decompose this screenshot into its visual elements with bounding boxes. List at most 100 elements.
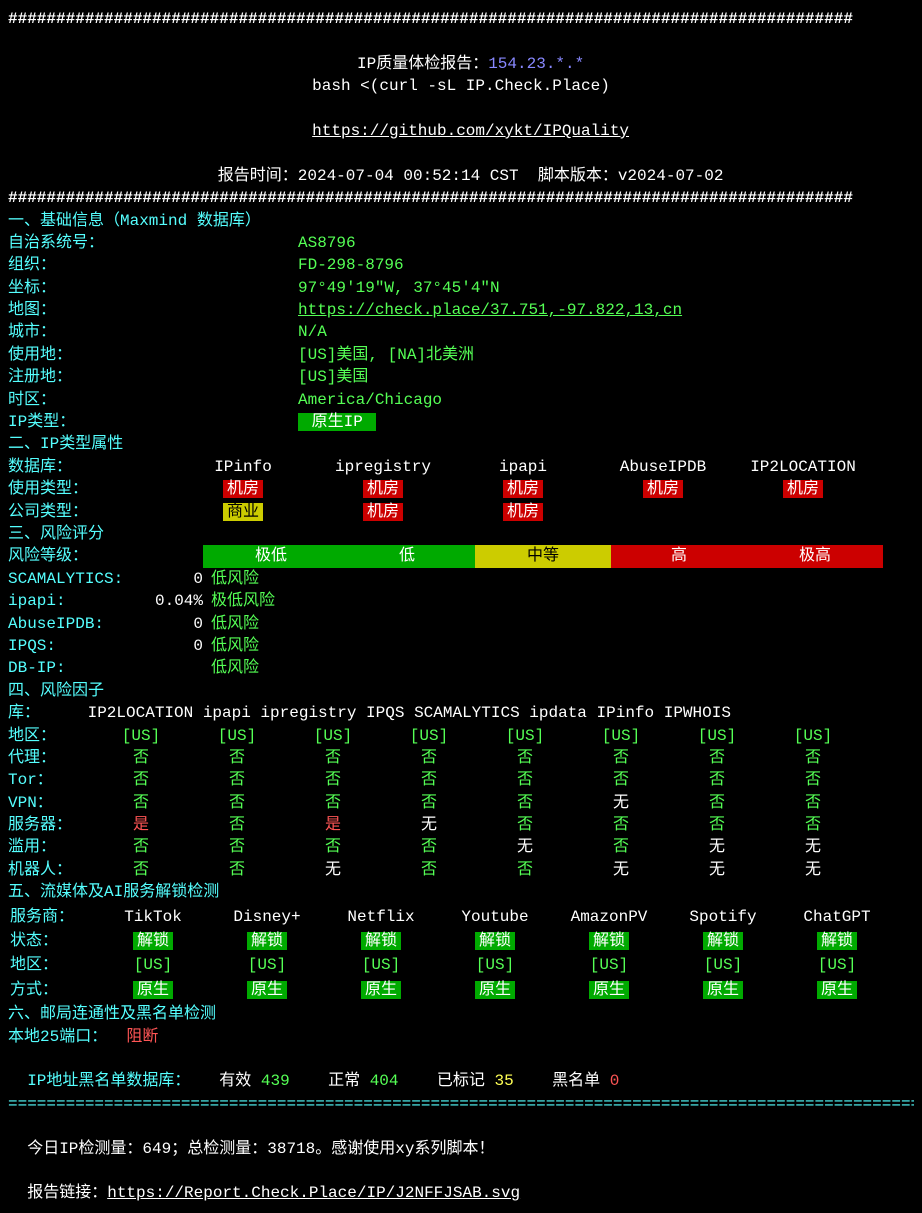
method-tag: 原生 bbox=[589, 981, 629, 999]
factor-cell: 否 bbox=[93, 747, 189, 769]
factor-cell: [US] bbox=[381, 725, 477, 747]
provider-header: ChatGPT bbox=[781, 906, 893, 928]
factor-cell: 否 bbox=[669, 792, 765, 814]
factor-cell: 否 bbox=[573, 814, 669, 836]
db-header: AbuseIPDB bbox=[593, 456, 733, 478]
divider-top: ########################################… bbox=[8, 8, 914, 30]
factor-cell: 无 bbox=[381, 814, 477, 836]
factor-cell: 否 bbox=[573, 836, 669, 858]
section-2-title: 二、IP类型属性 bbox=[8, 433, 914, 455]
factor-cell: 否 bbox=[381, 747, 477, 769]
title-line: IP质量体检报告：154.23.*.* bbox=[8, 30, 914, 75]
factor-cell: 否 bbox=[285, 792, 381, 814]
factor-cell: 否 bbox=[189, 769, 285, 791]
provider-header: AmazonPV bbox=[553, 906, 665, 928]
factor-cell: 否 bbox=[669, 747, 765, 769]
provider-header: Disney+ bbox=[211, 906, 323, 928]
factor-cell: 否 bbox=[765, 769, 861, 791]
risk-result: 低风险 bbox=[211, 659, 259, 677]
ip-type-tag: 原生IP bbox=[298, 413, 376, 431]
factor-cell: 无 bbox=[477, 836, 573, 858]
factor-cell: 否 bbox=[669, 769, 765, 791]
unlock-tag: 解锁 bbox=[475, 932, 515, 950]
type-tag: 机房 bbox=[783, 480, 823, 498]
factor-cell: 无 bbox=[765, 836, 861, 858]
factor-cell: 否 bbox=[285, 836, 381, 858]
region-cell: [US] bbox=[439, 954, 551, 976]
factor-cell: 否 bbox=[669, 814, 765, 836]
factor-cell: 否 bbox=[477, 769, 573, 791]
factor-cell: 否 bbox=[573, 747, 669, 769]
factor-cell: 否 bbox=[189, 836, 285, 858]
factor-cell: 否 bbox=[381, 792, 477, 814]
factor-cell: 是 bbox=[93, 814, 189, 836]
factor-cell: 无 bbox=[669, 859, 765, 881]
method-tag: 原生 bbox=[817, 981, 857, 999]
type-tag: 机房 bbox=[503, 503, 543, 521]
risk-result: 低风险 bbox=[211, 615, 259, 633]
unlock-tag: 解锁 bbox=[703, 932, 743, 950]
factor-cell: 否 bbox=[189, 859, 285, 881]
factor-cell: 无 bbox=[285, 859, 381, 881]
report-link[interactable]: https://Report.Check.Place/IP/J2NFFJSAB.… bbox=[107, 1184, 520, 1202]
region-cell: [US] bbox=[211, 954, 323, 976]
method-tag: 原生 bbox=[247, 981, 287, 999]
factor-cell: 否 bbox=[765, 814, 861, 836]
factor-cell: 否 bbox=[189, 747, 285, 769]
factor-cell: 是 bbox=[285, 814, 381, 836]
type-tag: 机房 bbox=[363, 480, 403, 498]
report-meta: 报告时间：2024-07-04 00:52:14 CST 脚本版本：v2024-… bbox=[8, 142, 914, 187]
github-link-row: https://github.com/xykt/IPQuality bbox=[8, 98, 914, 143]
factor-cell: 否 bbox=[477, 859, 573, 881]
risk-factor-table: 地区：[US][US][US][US][US][US][US][US]代理：否否… bbox=[8, 725, 861, 882]
divider-mid: ########################################… bbox=[8, 187, 914, 209]
provider-header: TikTok bbox=[97, 906, 209, 928]
unlock-tag: 解锁 bbox=[361, 932, 401, 950]
factor-cell: 无 bbox=[573, 792, 669, 814]
github-link[interactable]: https://github.com/xykt/IPQuality bbox=[312, 122, 629, 140]
factor-cell: 无 bbox=[573, 859, 669, 881]
db-header: IP2LOCATION bbox=[733, 456, 873, 478]
provider-header: Spotify bbox=[667, 906, 779, 928]
factor-cell: 否 bbox=[381, 859, 477, 881]
type-tag: 机房 bbox=[643, 480, 683, 498]
factor-cell: 否 bbox=[765, 792, 861, 814]
db-header: IPinfo bbox=[173, 456, 313, 478]
factor-cell: 否 bbox=[477, 792, 573, 814]
method-tag: 原生 bbox=[361, 981, 401, 999]
factor-cell: 无 bbox=[765, 859, 861, 881]
db-header: ipregistry bbox=[313, 456, 453, 478]
factor-cell: [US] bbox=[669, 725, 765, 747]
factor-cell: 否 bbox=[573, 769, 669, 791]
method-tag: 原生 bbox=[703, 981, 743, 999]
unlock-tag: 解锁 bbox=[247, 932, 287, 950]
unlock-tag: 解锁 bbox=[589, 932, 629, 950]
section-3-title: 三、风险评分 bbox=[8, 523, 914, 545]
factor-cell: 否 bbox=[285, 747, 381, 769]
factor-cell: 否 bbox=[93, 792, 189, 814]
factor-cell: 否 bbox=[285, 769, 381, 791]
asn-value: AS8796 bbox=[298, 234, 356, 252]
factor-cell: 否 bbox=[93, 769, 189, 791]
factor-cell: [US] bbox=[285, 725, 381, 747]
factor-cell: 否 bbox=[189, 814, 285, 836]
factor-cell: 无 bbox=[669, 836, 765, 858]
risk-bar: 极低 低 中等 高 极高 bbox=[203, 545, 883, 567]
risk-result: 低风险 bbox=[211, 570, 259, 588]
type-tag: 机房 bbox=[363, 503, 403, 521]
unlock-tag: 解锁 bbox=[817, 932, 857, 950]
factor-cell: [US] bbox=[765, 725, 861, 747]
region-cell: [US] bbox=[667, 954, 779, 976]
section-6-title: 六、邮局连通性及黑名单检测 bbox=[8, 1003, 914, 1025]
media-unlock-table: 服务商：TikTokDisney+NetflixYoutubeAmazonPVS… bbox=[8, 904, 895, 1004]
divider-bottom: ========================================… bbox=[8, 1093, 914, 1115]
section-1-title: 一、基础信息（Maxmind 数据库） bbox=[8, 210, 914, 232]
region-cell: [US] bbox=[553, 954, 665, 976]
asn-label: 自治系统号： bbox=[8, 232, 298, 254]
port25-status: 阻断 bbox=[126, 1028, 158, 1046]
map-link[interactable]: https://check.place/37.751,-97.822,13,cn bbox=[298, 301, 682, 319]
factor-cell: 否 bbox=[477, 814, 573, 836]
type-tag: 机房 bbox=[223, 480, 263, 498]
risk-result: 低风险 bbox=[211, 637, 259, 655]
region-cell: [US] bbox=[97, 954, 209, 976]
